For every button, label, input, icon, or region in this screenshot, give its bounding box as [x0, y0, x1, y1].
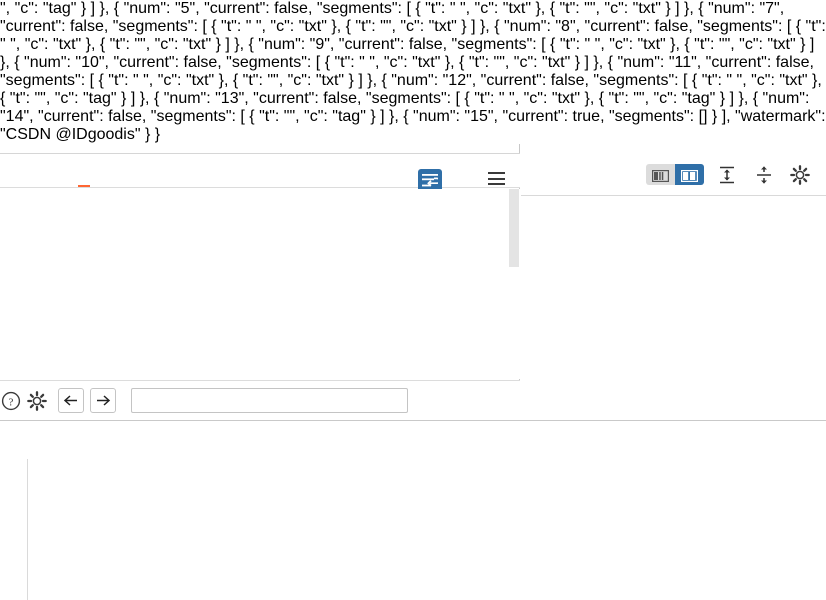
- burp-repeater-window: ?: [0, 144, 826, 600]
- svg-text:?: ?: [9, 397, 14, 409]
- request-line-numbers: [0, 189, 16, 379]
- inspector-pane: [521, 144, 826, 419]
- help-circle-icon[interactable]: ?: [0, 390, 22, 412]
- tab-hex[interactable]: [143, 158, 155, 187]
- request-vertical-scrollbar[interactable]: [509, 189, 519, 379]
- csrf-html-panel: [0, 420, 826, 600]
- request-raw-editor[interactable]: [0, 189, 520, 379]
- collapse-all-icon[interactable]: [753, 164, 775, 186]
- search-previous-button[interactable]: [58, 388, 84, 413]
- split-layout-button[interactable]: [675, 164, 704, 185]
- expand-all-icon[interactable]: [716, 164, 738, 186]
- csrf-code-lines: [29, 459, 826, 600]
- inspector-header: [521, 154, 826, 196]
- tab-raw[interactable]: [78, 158, 90, 187]
- scrollbar-thumb[interactable]: [509, 189, 519, 267]
- csrf-html-editor[interactable]: [0, 459, 826, 600]
- inspector-settings-gear-icon[interactable]: [789, 164, 811, 186]
- message-view-tabs: [0, 154, 520, 192]
- request-pane: ?: [0, 144, 520, 419]
- side-by-side-layout-icon: [652, 169, 670, 187]
- search-input[interactable]: [131, 388, 408, 413]
- search-settings-gear-icon[interactable]: [26, 390, 48, 412]
- request-code-lines: [18, 189, 508, 379]
- search-next-button[interactable]: [90, 388, 116, 413]
- csrf-line-numbers: [0, 459, 28, 600]
- side-by-side-layout-button[interactable]: [646, 164, 675, 185]
- hamburger-menu-icon[interactable]: [488, 172, 505, 185]
- split-layout-icon: [681, 169, 699, 187]
- inspector-sections: [521, 196, 826, 419]
- top-area: ?: [0, 144, 826, 419]
- request-search-bar: ?: [0, 380, 520, 419]
- tab-pretty[interactable]: [4, 158, 16, 187]
